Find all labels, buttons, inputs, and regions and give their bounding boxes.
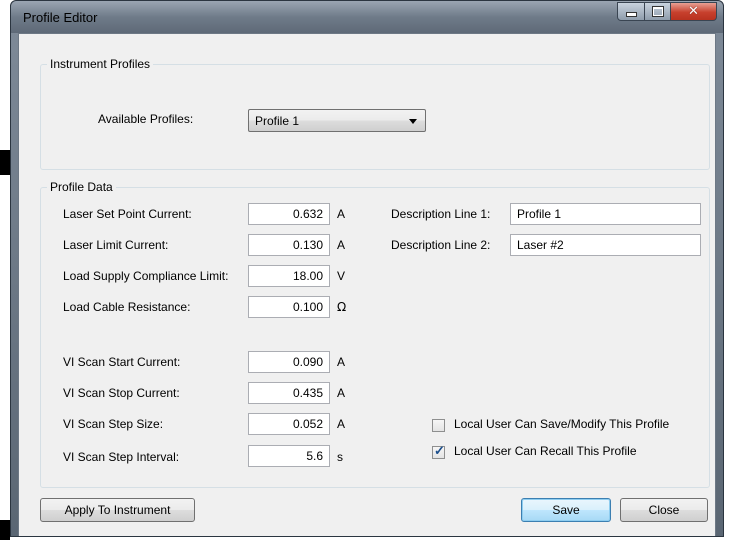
instrument-profiles-title: Instrument Profiles (47, 57, 154, 71)
dialog-client-area: Instrument Profiles Available Profiles: … (18, 33, 716, 536)
load-supply-compliance-limit-label: Load Supply Compliance Limit: (63, 269, 229, 283)
unit-label: A (337, 207, 346, 221)
laser-limit-current-field[interactable]: 0.130 (248, 234, 330, 256)
vi-scan-step-size-label: VI Scan Step Size: (63, 417, 164, 431)
chevron-down-icon (409, 119, 417, 124)
vi-scan-stop-current-field[interactable]: 0.435 (248, 382, 330, 404)
description-line-1-field[interactable]: Profile 1 (510, 203, 701, 225)
load-cable-resistance-field[interactable]: 0.100 (248, 296, 330, 318)
checkmark-icon: ✓ (434, 443, 445, 458)
vi-scan-step-interval-label: VI Scan Step Interval: (63, 450, 180, 464)
vi-scan-stop-current-label: VI Scan Stop Current: (63, 386, 180, 400)
minimize-button[interactable] (617, 2, 645, 21)
unit-label: A (337, 417, 346, 431)
background-edge (0, 150, 10, 175)
maximize-icon (651, 6, 664, 17)
window-title: Profile Editor (23, 10, 98, 25)
title-bar[interactable]: Profile Editor ✕ (11, 1, 723, 33)
close-icon: ✕ (688, 4, 699, 19)
vi-scan-start-current-label: VI Scan Start Current: (63, 355, 181, 369)
unit-label: A (337, 386, 346, 400)
unit-label: A (337, 355, 346, 369)
apply-to-instrument-button[interactable]: Apply To Instrument (40, 498, 195, 522)
profile-data-title: Profile Data (47, 180, 116, 194)
profile-data-group: Profile Data Laser Set Point Current: 0.… (40, 180, 710, 488)
recall-checkbox[interactable]: ✓ (432, 443, 445, 459)
load-cable-resistance-label: Load Cable Resistance: (63, 300, 191, 314)
unit-label: Ω (337, 300, 347, 314)
laser-set-point-current-label: Laser Set Point Current: (63, 207, 192, 221)
save-modify-checkbox[interactable] (432, 419, 445, 432)
close-button[interactable]: Close (620, 498, 708, 522)
vi-scan-start-current-field[interactable]: 0.090 (248, 351, 330, 373)
close-window-button[interactable]: ✕ (671, 2, 717, 21)
recall-checkbox-label[interactable]: Local User Can Recall This Profile (454, 444, 637, 458)
save-button[interactable]: Save (521, 498, 611, 522)
unit-label: s (337, 450, 343, 464)
background-edge (0, 520, 10, 540)
available-profiles-dropdown[interactable]: Profile 1 (248, 109, 426, 132)
laser-set-point-current-field[interactable]: 0.632 (248, 203, 330, 225)
description-line-2-label: Description Line 2: (391, 238, 491, 252)
description-line-1-label: Description Line 1: (391, 207, 491, 221)
instrument-profiles-group: Instrument Profiles Available Profiles: … (40, 57, 710, 170)
vi-scan-step-size-field[interactable]: 0.052 (248, 413, 330, 435)
description-line-2-field[interactable]: Laser #2 (510, 234, 701, 256)
minimize-icon (625, 12, 637, 17)
profile-editor-window: Profile Editor ✕ Instrument Profiles Ava… (10, 0, 724, 537)
vi-scan-step-interval-field[interactable]: 5.6 (248, 445, 330, 467)
window-controls: ✕ (617, 2, 717, 22)
unit-label: V (337, 269, 346, 283)
unit-label: A (337, 238, 346, 252)
selected-profile: Profile 1 (255, 114, 300, 128)
maximize-button[interactable] (645, 2, 671, 21)
laser-limit-current-label: Laser Limit Current: (63, 238, 169, 252)
available-profiles-label: Available Profiles: (98, 112, 194, 126)
load-supply-compliance-limit-field[interactable]: 18.00 (248, 265, 330, 287)
save-modify-checkbox-label[interactable]: Local User Can Save/Modify This Profile (454, 417, 669, 431)
